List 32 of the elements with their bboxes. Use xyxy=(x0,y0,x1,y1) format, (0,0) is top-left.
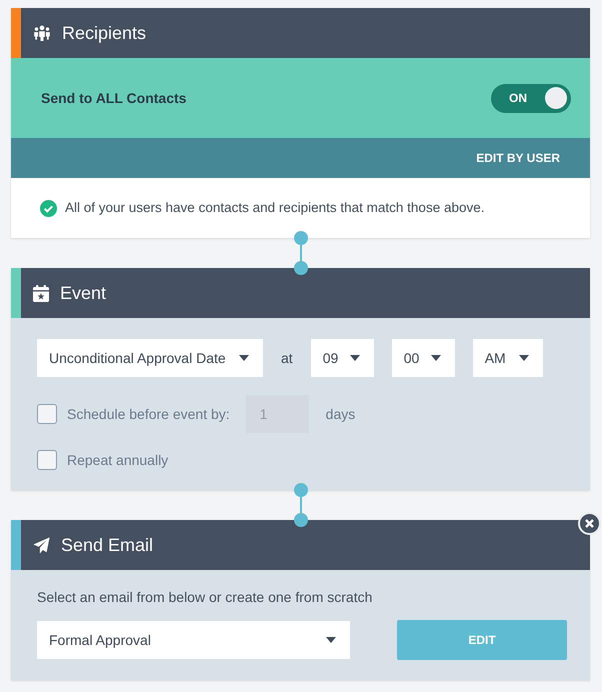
toggle-switch[interactable]: ON xyxy=(491,84,571,112)
time-select[interactable]: AM xyxy=(472,339,543,377)
connector-icon xyxy=(294,231,308,275)
checkbox[interactable] xyxy=(37,404,57,424)
time-select[interactable]: 00 xyxy=(392,339,455,377)
caret-icon xyxy=(326,637,336,643)
caret-icon xyxy=(518,355,529,361)
toggle-knob-icon xyxy=(545,87,567,109)
caret-icon xyxy=(430,355,441,361)
close-icon xyxy=(585,519,594,528)
caret-icon xyxy=(239,355,249,361)
status-message: All of your users have contacts and recipients that match those above. xyxy=(65,198,484,217)
card-title: Recipients xyxy=(62,22,146,45)
caret-icon xyxy=(350,355,360,361)
paper-plane-icon xyxy=(33,536,50,554)
close-button[interactable] xyxy=(578,512,601,535)
card-title: Event xyxy=(60,282,106,304)
people-group-icon xyxy=(33,25,51,41)
email-select[interactable]: Formal Approval xyxy=(37,621,350,659)
event-select[interactable]: Unconditional Approval Date xyxy=(37,339,263,377)
check-circle-icon xyxy=(40,200,57,216)
edit-by-user-link[interactable]: EDIT BY USER xyxy=(476,149,560,167)
connector-icon xyxy=(294,483,308,527)
checkbox[interactable] xyxy=(37,450,57,470)
at-label: at xyxy=(281,348,293,368)
checkbox-label: Schedule before event by: xyxy=(67,404,230,424)
unit-label: days xyxy=(326,404,356,424)
hint-text: Select an email from below or create one from scratch xyxy=(37,589,374,605)
card-title: Send Email xyxy=(61,534,154,556)
checkbox-label: Repeat annually xyxy=(67,450,168,470)
send-all-label: Send to ALL Contacts xyxy=(41,88,186,108)
time-select[interactable]: 09 xyxy=(310,339,374,377)
